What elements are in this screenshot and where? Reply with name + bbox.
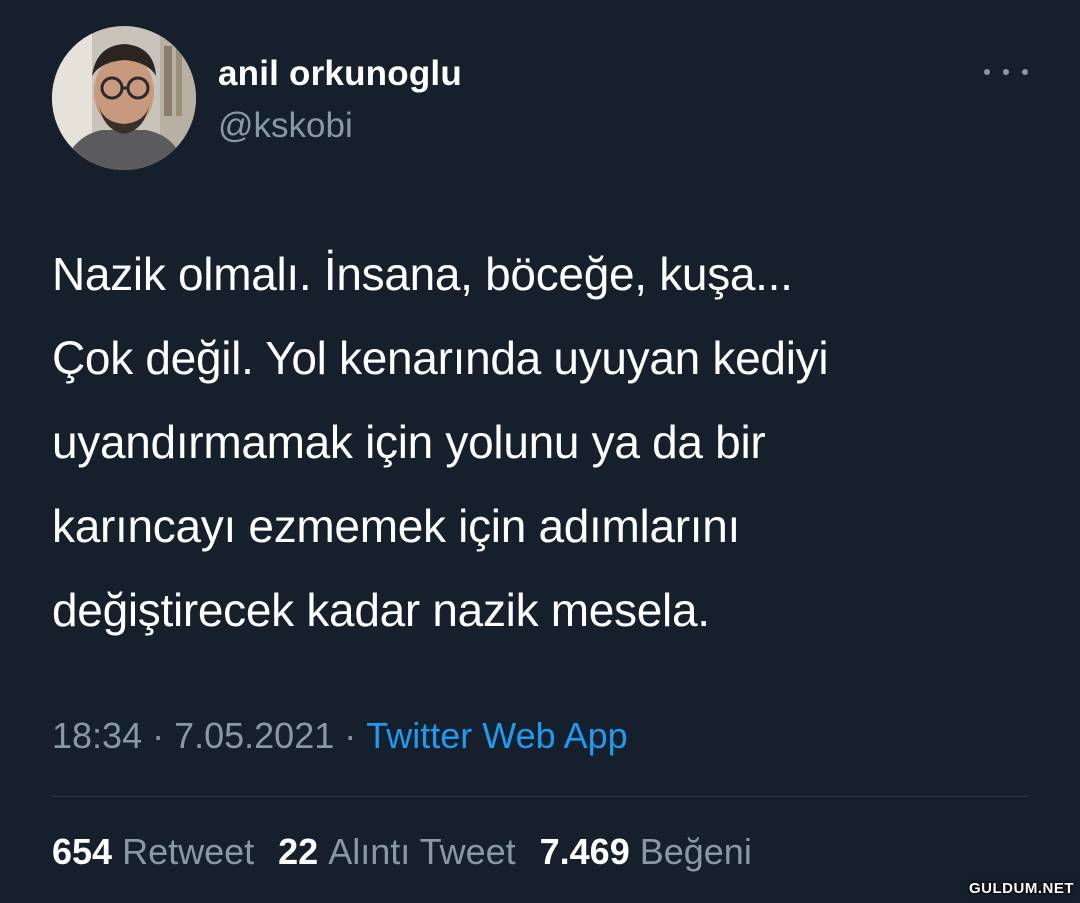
divider — [52, 796, 1028, 797]
quote-tweet-stat[interactable]: 22 Alıntı Tweet — [278, 828, 515, 876]
author-handle[interactable]: @kskobi — [218, 105, 462, 147]
watermark: GULDUM.NET — [969, 880, 1074, 897]
quote-tweet-label: Alıntı Tweet — [328, 831, 516, 872]
tweet-screen: anil orkunoglu @kskobi Nazik olmalı. İns… — [0, 0, 1080, 903]
retweet-stat[interactable]: 654 Retweet — [52, 828, 254, 876]
author-names: anil orkunoglu @kskobi — [218, 53, 462, 147]
like-stat[interactable]: 7.469 Beğeni — [540, 828, 752, 876]
meta-separator: · — [152, 715, 165, 756]
avatar[interactable] — [52, 26, 196, 170]
quote-tweet-count: 22 — [278, 831, 319, 872]
retweet-label: Retweet — [122, 831, 255, 872]
retweet-count: 654 — [52, 831, 113, 872]
tweet-date[interactable]: 7.05.2021 — [174, 712, 334, 760]
like-count: 7.469 — [539, 831, 630, 872]
author-display-name[interactable]: anil orkunoglu — [218, 53, 462, 95]
like-label: Beğeni — [639, 831, 752, 872]
tweet-meta: 18:34 · 7.05.2021 · Twitter Web App — [52, 712, 628, 760]
more-options-button[interactable] — [984, 62, 1028, 82]
tweet-source-link[interactable]: Twitter Web App — [366, 712, 627, 760]
tweet-stats: 654 Retweet 22 Alıntı Tweet 7.469 Beğeni — [52, 828, 752, 876]
tweet-text: Nazik olmalı. İnsana, böceğe, kuşa... Ço… — [52, 248, 829, 636]
tweet-header: anil orkunoglu @kskobi — [52, 26, 1028, 171]
more-horizontal-icon — [1003, 69, 1009, 75]
tweet-time[interactable]: 18:34 — [52, 712, 142, 760]
meta-separator: · — [344, 715, 357, 756]
more-horizontal-icon — [984, 69, 990, 75]
more-horizontal-icon — [1022, 69, 1028, 75]
